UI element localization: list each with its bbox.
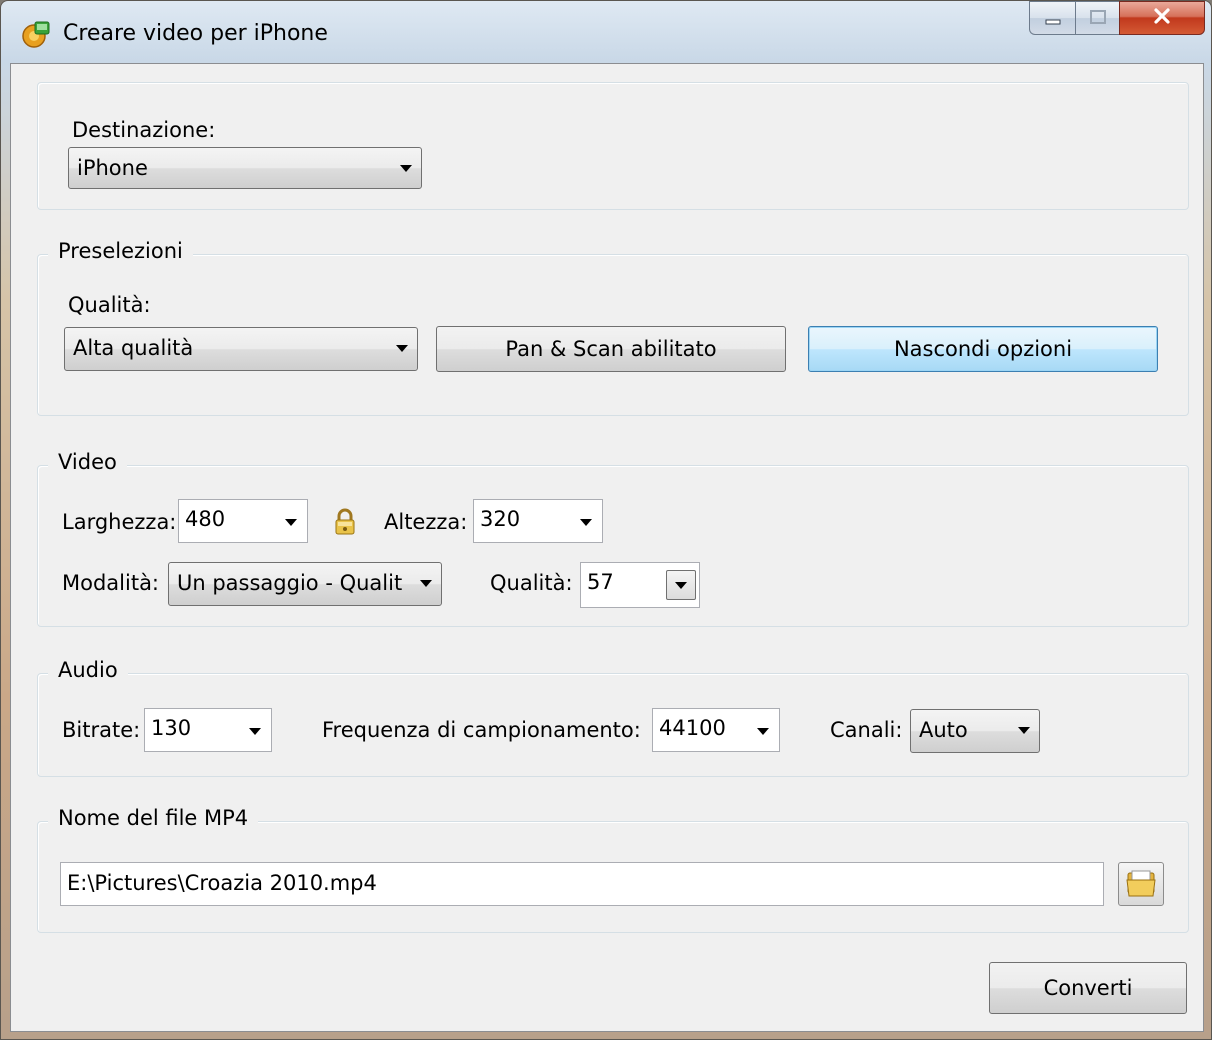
app-window: Creare video per iPhone Destinazione: iP… — [0, 0, 1212, 1040]
video-quality-spinner[interactable]: 57 — [580, 562, 700, 608]
hide-options-button[interactable]: Nascondi opzioni — [808, 326, 1158, 372]
destination-group: Destinazione: iPhone — [37, 82, 1189, 210]
video-group: Video Larghezza: 480 Altezza: 320 Modali… — [37, 450, 1189, 627]
destination-select[interactable]: iPhone — [68, 147, 422, 189]
title-bar[interactable]: Creare video per iPhone — [1, 1, 1212, 63]
preset-quality-label: Qualità: — [68, 293, 151, 317]
maximize-button[interactable] — [1075, 1, 1119, 35]
video-quality-label: Qualità: — [490, 571, 573, 595]
destination-label: Destinazione: — [72, 118, 216, 142]
lock-icon[interactable] — [334, 508, 356, 541]
chevron-down-icon — [675, 582, 687, 589]
presets-group-title: Preselezioni — [48, 239, 193, 263]
maximize-icon — [1089, 6, 1107, 30]
height-label: Altezza: — [384, 510, 468, 534]
width-value: 480 — [185, 507, 226, 531]
filename-group: Nome del file MP4 E:\Pictures\Croazia 20… — [37, 806, 1189, 933]
bitrate-label: Bitrate: — [62, 718, 141, 742]
channels-label: Canali: — [830, 718, 903, 742]
width-label: Larghezza: — [62, 510, 177, 534]
width-combo[interactable]: 480 — [178, 499, 308, 543]
minimize-button[interactable] — [1029, 1, 1075, 35]
mode-label: Modalità: — [62, 571, 160, 595]
bitrate-combo[interactable]: 130 — [144, 708, 272, 752]
pan-scan-button[interactable]: Pan & Scan abilitato — [436, 326, 786, 372]
height-combo[interactable]: 320 — [473, 499, 603, 543]
presets-group: Preselezioni Qualità: Alta qualità Pan &… — [37, 239, 1189, 416]
convert-button[interactable]: Converti — [989, 962, 1187, 1014]
minimize-icon — [1044, 6, 1062, 30]
chevron-down-icon — [1018, 727, 1030, 734]
preset-quality-value: Alta qualità — [73, 336, 194, 360]
chevron-down-icon — [249, 728, 261, 735]
filename-group-title: Nome del file MP4 — [48, 806, 259, 830]
height-value: 320 — [480, 507, 521, 531]
chevron-down-icon — [400, 165, 412, 172]
channels-value: Auto — [919, 718, 968, 742]
browse-button[interactable] — [1118, 862, 1164, 906]
mode-value: Un passaggio - Qualit — [177, 571, 403, 595]
chevron-down-icon — [420, 580, 432, 587]
chevron-down-icon — [285, 519, 297, 526]
channels-select[interactable]: Auto — [910, 709, 1040, 753]
chevron-down-icon — [757, 728, 769, 735]
app-icon — [21, 19, 51, 49]
filename-input[interactable]: E:\Pictures\Croazia 2010.mp4 — [60, 862, 1104, 906]
samplerate-combo[interactable]: 44100 — [652, 708, 780, 752]
caption-buttons — [1029, 1, 1205, 37]
bitrate-value: 130 — [151, 716, 192, 740]
window-title: Creare video per iPhone — [63, 21, 328, 46]
preset-quality-select[interactable]: Alta qualità — [64, 327, 418, 371]
video-quality-value: 57 — [587, 570, 614, 594]
audio-group: Audio Bitrate: 130 Frequenza di campiona… — [37, 658, 1189, 777]
samplerate-label: Frequenza di campionamento: — [322, 718, 641, 742]
video-group-title: Video — [48, 450, 127, 474]
audio-group-title: Audio — [48, 658, 128, 682]
mode-select[interactable]: Un passaggio - Qualit — [168, 562, 442, 606]
close-icon — [1152, 6, 1172, 30]
dialog-client: Destinazione: iPhone Preselezioni Qualit… — [10, 63, 1204, 1032]
samplerate-value: 44100 — [659, 716, 726, 740]
destination-value: iPhone — [77, 156, 148, 180]
filename-value: E:\Pictures\Croazia 2010.mp4 — [67, 871, 377, 895]
folder-browse-icon — [1126, 869, 1158, 904]
close-button[interactable] — [1119, 1, 1205, 35]
chevron-down-icon — [396, 345, 408, 352]
video-quality-dropdown-button[interactable] — [666, 570, 696, 600]
chevron-down-icon — [580, 519, 592, 526]
